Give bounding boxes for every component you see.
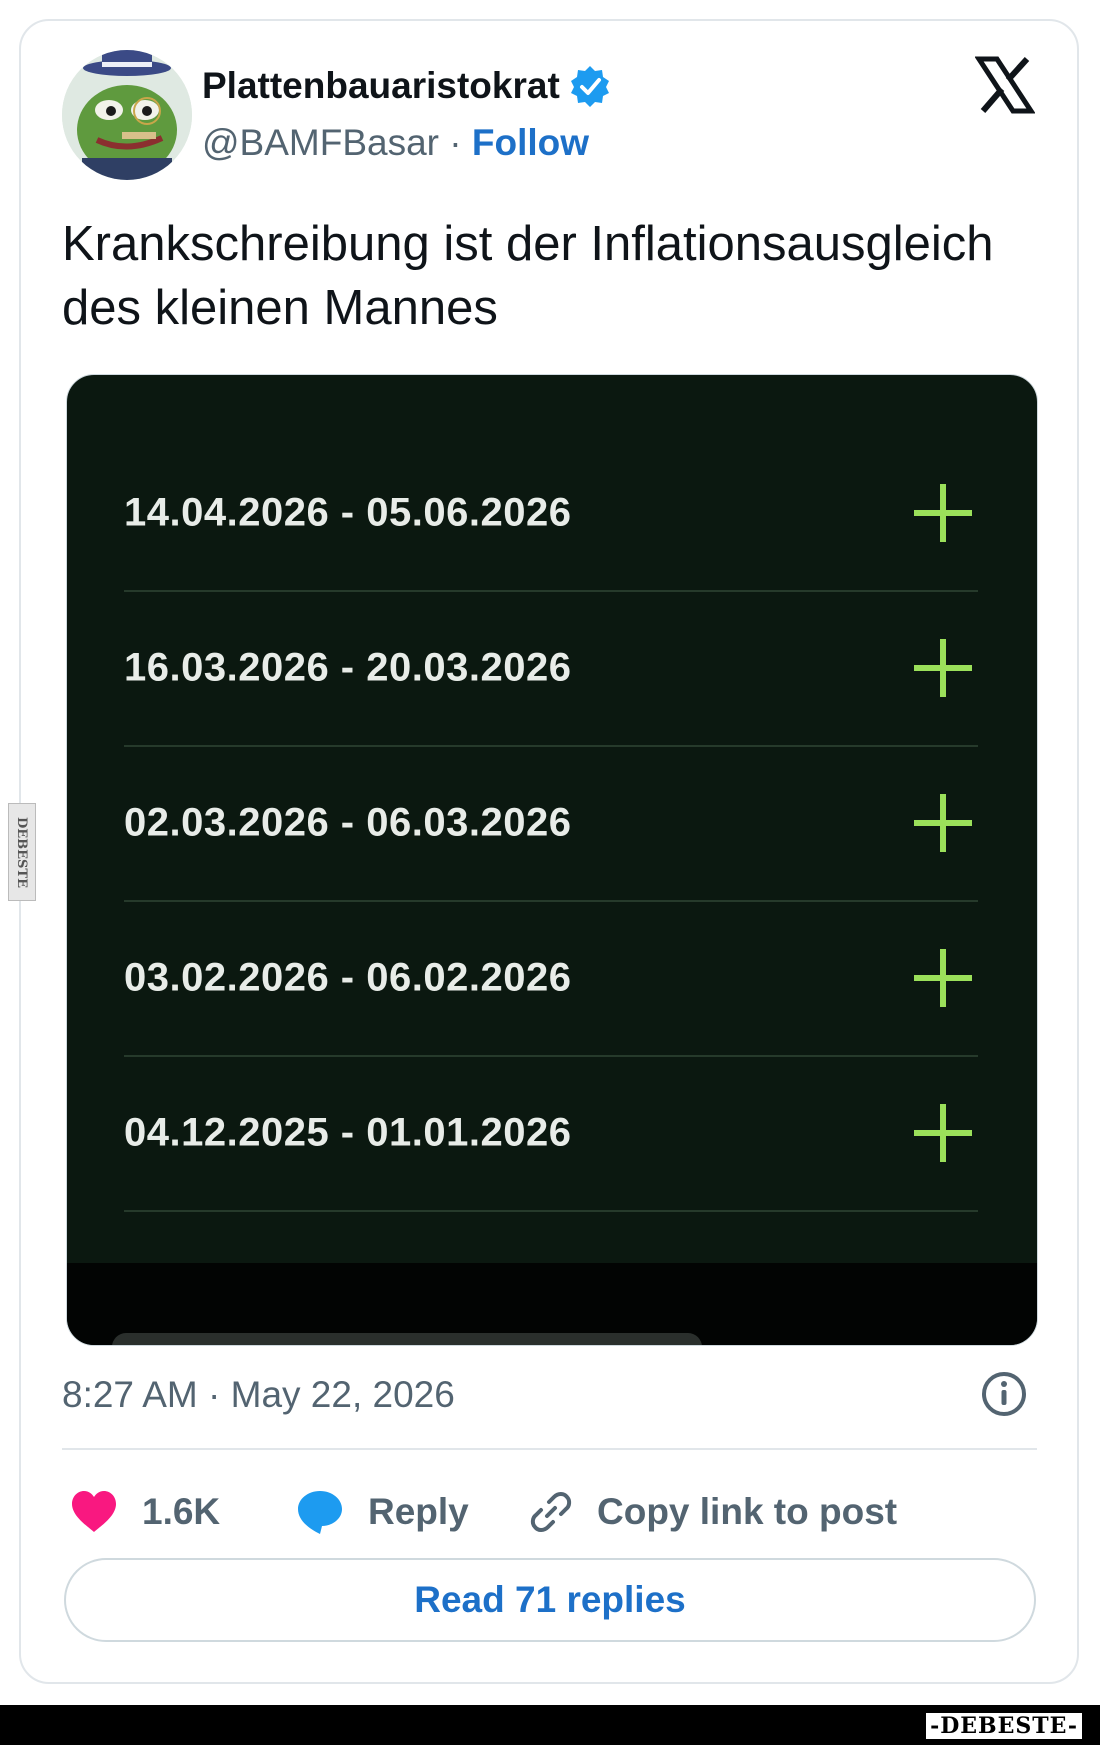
date-row[interactable]: 14.04.2026 - 05.06.2026 bbox=[124, 435, 978, 592]
date-range: 04.12.2025 - 01.01.2026 bbox=[124, 1110, 572, 1154]
footer-watermark: -DEBESTE- bbox=[924, 1711, 1084, 1741]
timestamp[interactable]: 8:27 AM · May 22, 2026 bbox=[62, 1374, 455, 1416]
plus-icon[interactable] bbox=[914, 948, 972, 1007]
reply-icon bbox=[298, 1491, 342, 1534]
heart-icon bbox=[72, 1491, 116, 1532]
plus-icon[interactable] bbox=[914, 1103, 972, 1162]
plus-icon[interactable] bbox=[914, 793, 972, 852]
plus-icon[interactable] bbox=[914, 638, 972, 697]
footer-bar: -DEBESTE- bbox=[0, 1705, 1100, 1745]
tweet-text: Krankschreibung ist der Inflationsausgle… bbox=[62, 217, 994, 335]
like-button[interactable]: 1.6K bbox=[70, 1480, 220, 1544]
reply-label: Reply bbox=[368, 1491, 469, 1532]
like-count: 1.6K bbox=[142, 1491, 221, 1532]
info-icon[interactable] bbox=[980, 1370, 1028, 1418]
divider bbox=[62, 1448, 1037, 1450]
date-range: 16.03.2026 - 20.03.2026 bbox=[124, 645, 572, 689]
link-icon bbox=[530, 1492, 572, 1532]
date-range: 03.02.2026 - 06.02.2026 bbox=[124, 955, 572, 999]
plus-icon[interactable] bbox=[914, 483, 972, 542]
date-range: 02.03.2026 - 06.03.2026 bbox=[124, 800, 572, 844]
side-watermark-text: DEBESTE bbox=[14, 816, 30, 888]
follow-button[interactable]: Follow bbox=[472, 122, 589, 163]
x-logo-icon[interactable] bbox=[975, 55, 1035, 115]
reply-button[interactable]: Reply bbox=[296, 1480, 469, 1544]
copy-link-label: Copy link to post bbox=[597, 1491, 898, 1532]
date-row[interactable]: 16.03.2026 - 20.03.2026 bbox=[124, 590, 978, 747]
handle[interactable]: @BAMFBasar bbox=[202, 122, 439, 163]
separator: · bbox=[439, 122, 472, 163]
display-name[interactable]: Plattenbauaristokrat bbox=[202, 64, 612, 108]
copy-link-button[interactable]: Copy link to post bbox=[527, 1480, 897, 1544]
side-watermark: DEBESTE bbox=[8, 803, 36, 901]
tweet-media[interactable]: 14.04.2026 - 05.06.2026 16.03.2026 - 20.… bbox=[66, 374, 1038, 1346]
date-range: 14.04.2026 - 05.06.2026 bbox=[124, 490, 572, 534]
date-row[interactable]: 04.12.2025 - 01.01.2026 bbox=[124, 1055, 978, 1212]
handle-line: @BAMFBasar · Follow bbox=[202, 122, 589, 164]
date-row[interactable]: 02.03.2026 - 06.03.2026 bbox=[124, 745, 978, 902]
avatar[interactable] bbox=[62, 50, 192, 180]
read-replies-button[interactable]: Read 71 replies bbox=[64, 1558, 1036, 1642]
media-nub bbox=[112, 1333, 702, 1345]
display-name-text: Plattenbauaristokrat bbox=[202, 65, 560, 106]
verified-badge-icon bbox=[570, 66, 609, 107]
action-bar: 1.6K Reply Copy link to post bbox=[62, 1480, 1037, 1544]
date-row[interactable]: 03.02.2026 - 06.02.2026 bbox=[124, 900, 978, 1057]
